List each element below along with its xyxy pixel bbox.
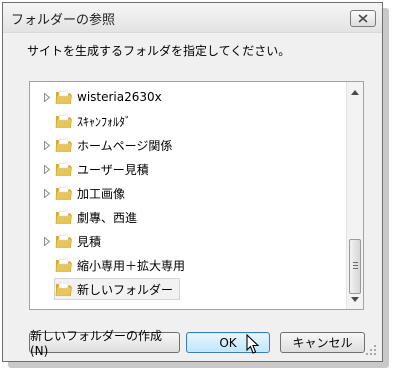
folder-icon xyxy=(55,210,72,224)
scroll-up-icon xyxy=(351,89,359,95)
scroll-thumb[interactable] xyxy=(349,239,361,294)
resize-grip-icon[interactable] xyxy=(366,345,376,355)
tree-item-content[interactable]: 加工画像 xyxy=(54,182,132,204)
tree-item-label: ホームページ関係 xyxy=(77,138,173,153)
expand-arrow-icon[interactable] xyxy=(40,140,54,150)
scroll-down-button[interactable] xyxy=(347,291,363,307)
tree-item-content[interactable]: 見積 xyxy=(54,230,108,252)
folder-icon xyxy=(55,282,72,296)
tree-item-content[interactable]: ユーザー見積 xyxy=(54,158,156,180)
folder-tree[interactable]: wisteria2630x ｽｷｬﾝﾌｫﾙﾀﾞ ホームページ関係 ユーザー見積 加工画像… xyxy=(29,81,364,310)
tree-item-label: 見積 xyxy=(77,234,102,249)
tree-item-content[interactable]: ｽｷｬﾝﾌｫﾙﾀﾞ xyxy=(54,110,138,132)
new-folder-button[interactable]: 新しいフォルダーの作成(N) xyxy=(29,329,180,358)
scroll-up-button[interactable] xyxy=(347,84,363,100)
folder-icon xyxy=(55,162,72,176)
tree-item-content[interactable]: ホームページ関係 xyxy=(54,134,179,156)
tree-item[interactable]: wisteria2630x xyxy=(30,85,346,109)
tree-item-label: ｽｷｬﾝﾌｫﾙﾀﾞ xyxy=(77,114,132,129)
scroll-down-icon xyxy=(351,296,359,302)
folder-icon xyxy=(55,186,72,200)
expand-arrow-icon[interactable] xyxy=(40,188,54,198)
mouse-cursor-icon xyxy=(246,334,260,354)
thumb-grip-line xyxy=(353,262,358,263)
tree-item[interactable]: ｽｷｬﾝﾌｫﾙﾀﾞ xyxy=(30,109,346,133)
tree-item[interactable]: 新しいフォルダー xyxy=(30,277,346,301)
expand-arrow-icon[interactable] xyxy=(40,164,54,174)
tree-item-label: 劇專、西進 xyxy=(77,210,138,225)
folder-icon xyxy=(55,114,72,128)
tree-item-content[interactable]: 劇專、西進 xyxy=(54,206,144,228)
cancel-button[interactable]: キャンセル xyxy=(280,332,365,353)
tree-item-label: ユーザー見積 xyxy=(77,162,149,177)
title-bar: フォルダーの参照 xyxy=(3,3,382,33)
dialog-title: フォルダーの参照 xyxy=(11,13,116,28)
vertical-scrollbar[interactable] xyxy=(346,82,363,309)
tree-item[interactable]: 見積 xyxy=(30,229,346,253)
tree-item[interactable]: 縮小専用＋拡大専用 xyxy=(30,253,346,277)
tree-item-label: 加工画像 xyxy=(77,186,126,201)
tree-item[interactable]: 劇專、西進 xyxy=(30,205,346,229)
expand-arrow-icon[interactable] xyxy=(40,92,54,102)
instruction-text: サイトを生成するフォルダを指定してください。 xyxy=(27,44,291,58)
folder-icon xyxy=(55,90,72,104)
tree-item-label: wisteria2630x xyxy=(77,90,162,104)
tree-item-content[interactable]: 縮小専用＋拡大専用 xyxy=(54,254,192,276)
tree-item-label: 縮小専用＋拡大専用 xyxy=(77,258,186,273)
tree-item[interactable]: ユーザー見積 xyxy=(30,157,346,181)
folder-tree-list: wisteria2630x ｽｷｬﾝﾌｫﾙﾀﾞ ホームページ関係 ユーザー見積 加工画像… xyxy=(30,85,346,301)
thumb-grip-line xyxy=(353,265,358,266)
tree-item-content[interactable]: wisteria2630x xyxy=(54,86,169,108)
expand-arrow-icon[interactable] xyxy=(40,236,54,246)
tree-item-content[interactable]: 新しいフォルダー xyxy=(54,278,181,300)
folder-icon xyxy=(55,138,72,152)
close-button[interactable] xyxy=(350,10,376,27)
folder-icon xyxy=(55,258,72,272)
close-icon xyxy=(358,14,368,23)
tree-item[interactable]: 加工画像 xyxy=(30,181,346,205)
folder-icon xyxy=(55,234,72,248)
browse-folder-dialog: フォルダーの参照 サイトを生成するフォルダを指定してください。 wisteria… xyxy=(2,2,383,362)
tree-item[interactable]: ホームページ関係 xyxy=(30,133,346,157)
thumb-grip-line xyxy=(353,268,358,269)
tree-item-label: 新しいフォルダー xyxy=(77,282,174,297)
